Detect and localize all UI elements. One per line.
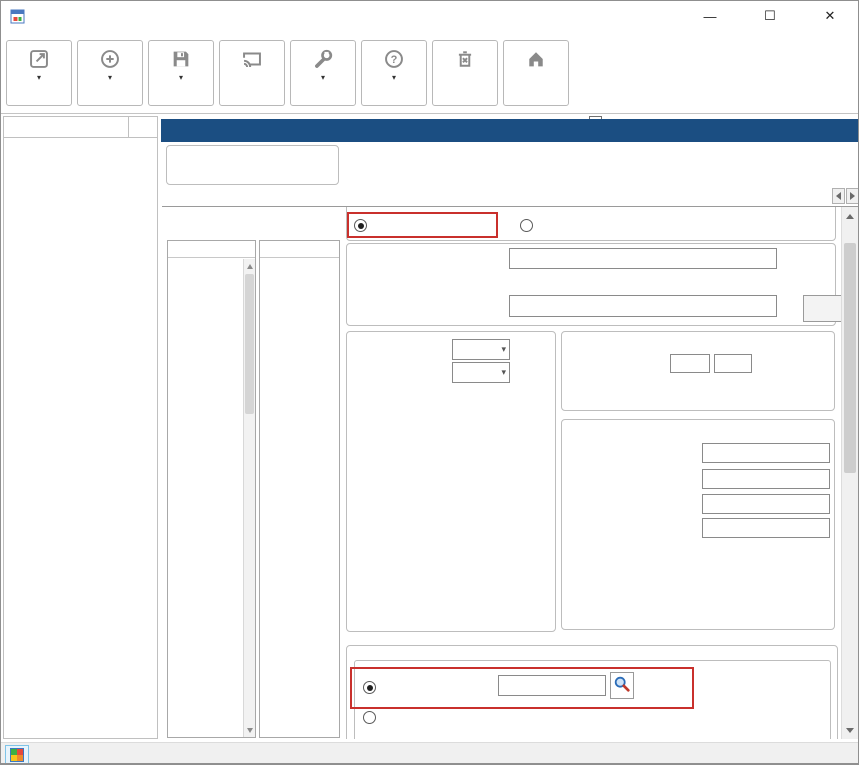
magnifier-icon — [613, 675, 631, 693]
tree-column-headers[interactable] — [4, 117, 157, 138]
home-button[interactable] — [503, 40, 569, 106]
close-button[interactable]: ✕ — [800, 1, 859, 31]
execute-button[interactable]: ▾ — [6, 40, 72, 106]
dropdown-arrow-icon: ▾ — [108, 74, 112, 82]
home-icon — [525, 48, 547, 70]
properties-header — [161, 119, 858, 142]
commands-allowed-panel — [162, 206, 858, 739]
business-object-command-radio[interactable] — [354, 219, 367, 232]
help-button[interactable]: ? ▾ — [361, 40, 427, 106]
s-column-header[interactable] — [128, 117, 157, 137]
enabled-header[interactable] — [260, 241, 339, 258]
not-enabled-list — [167, 240, 256, 738]
minimize-button[interactable]: — — [680, 1, 740, 31]
command-handler-group — [346, 645, 838, 739]
default-command-select[interactable] — [452, 362, 510, 383]
dropdown-arrow-icon: ▾ — [392, 74, 396, 82]
enabled-items — [260, 259, 339, 737]
vlf-win-subgroup — [354, 660, 831, 739]
up-arrow-icon — [247, 264, 253, 269]
save-button[interactable]: ▾ — [148, 40, 214, 106]
enabled-list — [259, 240, 340, 738]
numeric-argument-1-input[interactable] — [702, 494, 830, 514]
down-arrow-icon — [846, 728, 854, 733]
new-button[interactable]: ▾ — [77, 40, 143, 106]
user-object-input[interactable] — [509, 295, 777, 317]
new-icon — [99, 48, 121, 70]
stay-active-select[interactable] — [452, 339, 510, 360]
scrollbar-thumb[interactable] — [844, 243, 856, 473]
not-enabled-items — [168, 259, 243, 737]
lansa-grid-icon — [10, 748, 24, 762]
dropdown-arrow-icon: ▾ — [37, 74, 41, 82]
dropdown-arrow-icon: ▾ — [179, 74, 183, 82]
svg-text:?: ? — [391, 54, 398, 66]
tools-icon — [312, 48, 334, 70]
connect-icon — [241, 48, 263, 70]
identity-group — [346, 243, 836, 326]
connect-button[interactable] — [219, 40, 285, 106]
tab-scroll-arrows — [832, 188, 859, 204]
instance-command-radio[interactable] — [520, 219, 533, 232]
not-enabled-header[interactable] — [168, 241, 255, 258]
search-component-button[interactable] — [610, 672, 634, 699]
execute-icon — [28, 48, 50, 70]
scroll-up-button[interactable] — [244, 260, 255, 272]
scroll-up-button[interactable] — [842, 208, 858, 224]
list-scrollbar[interactable] — [243, 259, 255, 737]
property-tabs — [167, 186, 831, 207]
tab-scroll-right-button[interactable] — [846, 188, 859, 204]
sequence-input[interactable] — [509, 248, 777, 269]
delete-icon — [454, 48, 476, 70]
scrollbar-thumb[interactable] — [245, 274, 254, 414]
sidebar — [3, 116, 158, 739]
status-bar — [1, 742, 859, 763]
toolbar: ▾ ▾ ▾ ▾ ? ▾ — [1, 31, 859, 114]
scroll-down-button[interactable] — [244, 724, 255, 736]
framework-tree — [4, 138, 157, 141]
left-arrow-icon — [836, 192, 841, 200]
app-window: — ☐ ✕ ▾ ▾ ▾ ▾ ? — [0, 0, 859, 765]
maximize-button[interactable]: ☐ — [740, 1, 800, 31]
titlebar: — ☐ ✕ — [1, 1, 859, 31]
alpha-argument-1-input[interactable] — [702, 443, 830, 463]
tools-button[interactable]: ▾ — [290, 40, 356, 106]
width-input[interactable] — [670, 354, 710, 373]
optional-arguments-group — [561, 419, 835, 630]
framework-status-icon[interactable] — [5, 745, 29, 765]
up-arrow-icon — [846, 214, 854, 219]
dropdown-arrow-icon: ▾ — [321, 74, 325, 82]
show-information-group — [166, 145, 339, 185]
numeric-argument-2-input[interactable] — [702, 518, 830, 538]
right-arrow-icon — [850, 192, 855, 200]
component-identifier-input[interactable] — [498, 675, 606, 696]
help-icon: ? — [383, 48, 405, 70]
command-options-group — [346, 331, 556, 632]
alpha-argument-2-input[interactable] — [702, 469, 830, 489]
app-icon — [10, 9, 25, 24]
height-input[interactable] — [714, 354, 752, 373]
scroll-down-button[interactable] — [842, 722, 858, 738]
mockup-radio[interactable] — [363, 711, 376, 724]
component-identifier-radio[interactable] — [363, 681, 376, 694]
down-arrow-icon — [247, 728, 253, 733]
tab-scroll-left-button[interactable] — [832, 188, 845, 204]
save-icon — [170, 48, 192, 70]
choose-command-type-group — [346, 206, 836, 241]
main-scrollbar[interactable] — [841, 207, 858, 739]
delete-button[interactable] — [432, 40, 498, 106]
window-controls: — ☐ ✕ — [680, 1, 859, 31]
own-window-size-group — [561, 331, 835, 411]
